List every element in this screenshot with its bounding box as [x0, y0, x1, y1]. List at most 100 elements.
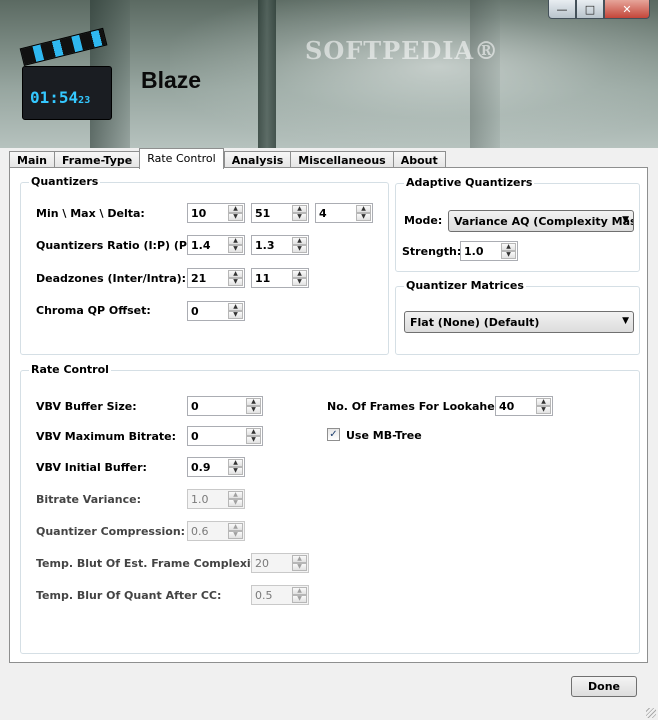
lookahead-frames-value: 40: [499, 400, 515, 413]
maximize-button[interactable]: □: [576, 0, 604, 19]
close-button[interactable]: ✕: [604, 0, 650, 19]
vbv-initial-buffer-label: VBV Initial Buffer:: [36, 461, 147, 474]
spin-down-icon[interactable]: ▼: [356, 213, 371, 221]
spin-down-icon[interactable]: ▼: [246, 436, 261, 444]
quantizer-matrices-title: Quantizer Matrices: [404, 279, 526, 292]
spin-down-icon[interactable]: ▼: [228, 311, 243, 319]
quantizers-title: Quantizers: [29, 175, 101, 188]
spin-up-icon[interactable]: ▲: [292, 270, 307, 278]
spin-down-icon[interactable]: ▼: [228, 213, 243, 221]
lookahead-frames-spinner[interactable]: 40 ▲ ▼: [495, 396, 553, 416]
blaze-window: SOFTPEDIA® 01:5423 Blaze — □ ✕ Main Fram…: [0, 0, 658, 720]
spin-down-icon[interactable]: ▼: [292, 278, 307, 286]
spin-up-icon[interactable]: ▲: [536, 398, 551, 406]
resize-grip-icon[interactable]: [646, 708, 656, 718]
spinner-arrows[interactable]: ▲ ▼: [228, 459, 243, 475]
vbv-buffer-size-spinner[interactable]: 0 ▲ ▼: [187, 396, 263, 416]
spin-up-icon[interactable]: ▲: [292, 237, 307, 245]
spin-up-icon[interactable]: ▲: [228, 205, 243, 213]
aq-mode-value: Variance AQ (Complexity Mask): [454, 215, 634, 228]
spin-up-icon[interactable]: ▲: [228, 237, 243, 245]
deadzone-intra-spinner[interactable]: 11 ▲ ▼: [251, 268, 309, 288]
spin-up-icon[interactable]: ▲: [246, 428, 261, 436]
spinner-arrows[interactable]: ▲ ▼: [228, 237, 243, 253]
deadzones-label: Deadzones (Inter/Intra):: [36, 272, 187, 285]
chroma-qp-offset-spinner[interactable]: 0 ▲ ▼: [187, 301, 245, 321]
aq-strength-label: Strength:: [402, 245, 462, 258]
chevron-down-icon[interactable]: ▼: [622, 316, 629, 326]
spin-up-icon: ▲: [292, 587, 307, 595]
adaptive-quantizers-title: Adaptive Quantizers: [404, 176, 535, 189]
quant-delta-value: 4: [319, 207, 327, 220]
spinner-arrows: ▲ ▼: [292, 555, 307, 571]
spinner-arrows[interactable]: ▲ ▼: [246, 428, 261, 444]
spin-down-icon: ▼: [292, 563, 307, 571]
bitrate-variance-value: 1.0: [191, 493, 209, 506]
done-button[interactable]: Done: [571, 676, 637, 697]
quant-delta-spinner[interactable]: 4 ▲ ▼: [315, 203, 373, 223]
spin-down-icon[interactable]: ▼: [536, 406, 551, 414]
quantizer-matrices-dropdown[interactable]: Flat (None) (Default) ▼: [404, 311, 634, 333]
spin-down-icon: ▼: [228, 531, 243, 539]
spinner-arrows[interactable]: ▲ ▼: [356, 205, 371, 221]
vbv-maximum-bitrate-label: VBV Maximum Bitrate:: [36, 430, 176, 443]
minimize-button[interactable]: —: [548, 0, 576, 19]
spinner-arrows[interactable]: ▲ ▼: [246, 398, 261, 414]
spin-down-icon[interactable]: ▼: [228, 278, 243, 286]
bitrate-variance-spinner: 1.0 ▲ ▼: [187, 489, 245, 509]
quantizer-matrices-group: Quantizer Matrices Flat (None) (Default)…: [395, 279, 640, 355]
adaptive-quantizers-group: Adaptive Quantizers Mode: Variance AQ (C…: [395, 176, 640, 272]
spin-up-icon[interactable]: ▲: [292, 205, 307, 213]
ratio-ip-spinner[interactable]: 1.4 ▲ ▼: [187, 235, 245, 255]
spin-down-icon[interactable]: ▼: [228, 245, 243, 253]
vbv-buffer-size-value: 0: [191, 400, 199, 413]
window-controls: — □ ✕: [548, 0, 650, 19]
vbv-buffer-size-label: VBV Buffer Size:: [36, 400, 137, 413]
deadzone-intra-value: 11: [255, 272, 271, 285]
spinner-arrows[interactable]: ▲ ▼: [228, 270, 243, 286]
spin-down-icon[interactable]: ▼: [246, 406, 261, 414]
aq-strength-spinner[interactable]: 1.0 ▲ ▼: [460, 241, 518, 261]
spinner-arrows: ▲ ▼: [228, 523, 243, 539]
tab-rate-control[interactable]: Rate Control: [139, 148, 224, 169]
app-title: Blaze: [141, 67, 202, 93]
mb-tree-label[interactable]: Use MB-Tree: [346, 429, 422, 442]
quant-max-spinner[interactable]: 51 ▲ ▼: [251, 203, 309, 223]
clapperboard-logo-icon: 01:5423: [19, 27, 112, 120]
spin-up-icon[interactable]: ▲: [356, 205, 371, 213]
spin-up-icon[interactable]: ▲: [246, 398, 261, 406]
spin-down-icon[interactable]: ▼: [292, 213, 307, 221]
lookahead-frames-label: No. Of Frames For Lookahead:: [327, 400, 515, 413]
deadzone-inter-spinner[interactable]: 21 ▲ ▼: [187, 268, 245, 288]
spin-up-icon[interactable]: ▲: [228, 459, 243, 467]
ratio-pb-spinner[interactable]: 1.3 ▲ ▼: [251, 235, 309, 255]
chevron-down-icon[interactable]: ▼: [622, 215, 629, 225]
ratio-ip-value: 1.4: [191, 239, 211, 252]
spinner-arrows[interactable]: ▲ ▼: [536, 398, 551, 414]
spin-up-icon[interactable]: ▲: [228, 303, 243, 311]
vbv-maximum-bitrate-spinner[interactable]: 0 ▲ ▼: [187, 426, 263, 446]
vbv-initial-buffer-spinner[interactable]: 0.9 ▲ ▼: [187, 457, 245, 477]
quant-min-value: 10: [191, 207, 207, 220]
background-tree: [470, 0, 500, 148]
quant-min-spinner[interactable]: 10 ▲ ▼: [187, 203, 245, 223]
spinner-arrows[interactable]: ▲ ▼: [292, 237, 307, 253]
spin-up-icon: ▲: [292, 555, 307, 563]
spin-up-icon[interactable]: ▲: [228, 270, 243, 278]
blur-quant-after-cc-label: Temp. Blur Of Quant After CC:: [36, 589, 222, 602]
rate-control-panel: Quantizers Min \ Max \ Delta: 10 ▲ ▼ 51 ▲…: [9, 167, 648, 663]
spin-up-icon[interactable]: ▲: [501, 243, 516, 251]
mb-tree-checkbox[interactable]: ✓: [327, 428, 340, 441]
spin-down-icon[interactable]: ▼: [501, 251, 516, 259]
spinner-arrows[interactable]: ▲ ▼: [228, 303, 243, 319]
background-mist: [170, 0, 658, 148]
spinner-arrows[interactable]: ▲ ▼: [228, 205, 243, 221]
spin-down-icon: ▼: [228, 499, 243, 507]
spin-down-icon[interactable]: ▼: [228, 467, 243, 475]
quantizer-compression-value: 0.6: [191, 525, 209, 538]
spinner-arrows[interactable]: ▲ ▼: [292, 270, 307, 286]
aq-mode-dropdown[interactable]: Variance AQ (Complexity Mask) ▼: [448, 210, 634, 232]
spinner-arrows[interactable]: ▲ ▼: [292, 205, 307, 221]
spinner-arrows[interactable]: ▲ ▼: [501, 243, 516, 259]
spin-down-icon[interactable]: ▼: [292, 245, 307, 253]
